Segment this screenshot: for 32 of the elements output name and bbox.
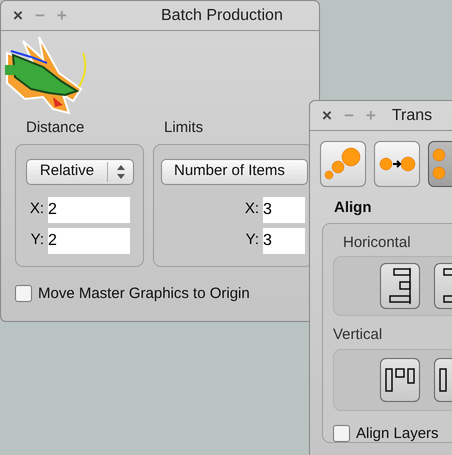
- field-label: X:: [244, 199, 259, 220]
- group-label: Limits: [164, 118, 204, 138]
- distance-y-field[interactable]: 2: [48, 228, 130, 254]
- align-button[interactable]: [380, 358, 420, 402]
- field-label: Y:: [30, 230, 44, 250]
- distance-x-field[interactable]: 2: [48, 196, 130, 222]
- align-left-icon: [388, 268, 412, 304]
- limits-y-field[interactable]: 3: [263, 228, 305, 254]
- group-label: Distance: [26, 118, 86, 138]
- spheres-arrow-icon: [378, 154, 416, 174]
- checkbox-label: Move Master Graphics to Origin: [38, 284, 250, 304]
- align-button[interactable]: [380, 263, 420, 309]
- spheres-icon: [324, 147, 362, 181]
- checkbox[interactable]: [15, 285, 32, 302]
- group-label: Vertical: [333, 325, 384, 345]
- tool-button[interactable]: [320, 141, 366, 187]
- tool-button[interactable]: [374, 141, 420, 187]
- close-button[interactable]: ×: [13, 7, 23, 24]
- field-label: X:: [28, 199, 44, 220]
- align-top-icon: [384, 366, 416, 392]
- number-of-items-dropdown[interactable]: Number of Items: [161, 158, 308, 184]
- group-label: Horicontal: [343, 232, 412, 252]
- limits-x-field[interactable]: 3: [263, 196, 305, 222]
- field-label: Y:: [244, 230, 259, 250]
- relative-dropdown[interactable]: Relative: [26, 158, 134, 184]
- checkbox-label: Align Layers: [356, 424, 439, 444]
- section-label: Align: [334, 198, 372, 218]
- window-title: Trans: [392, 106, 432, 126]
- stepper-arrows-icon: [116, 164, 124, 178]
- close-button[interactable]: ×: [322, 107, 332, 124]
- checkbox[interactable]: [333, 425, 350, 442]
- window-title: Batch Production: [161, 6, 283, 26]
